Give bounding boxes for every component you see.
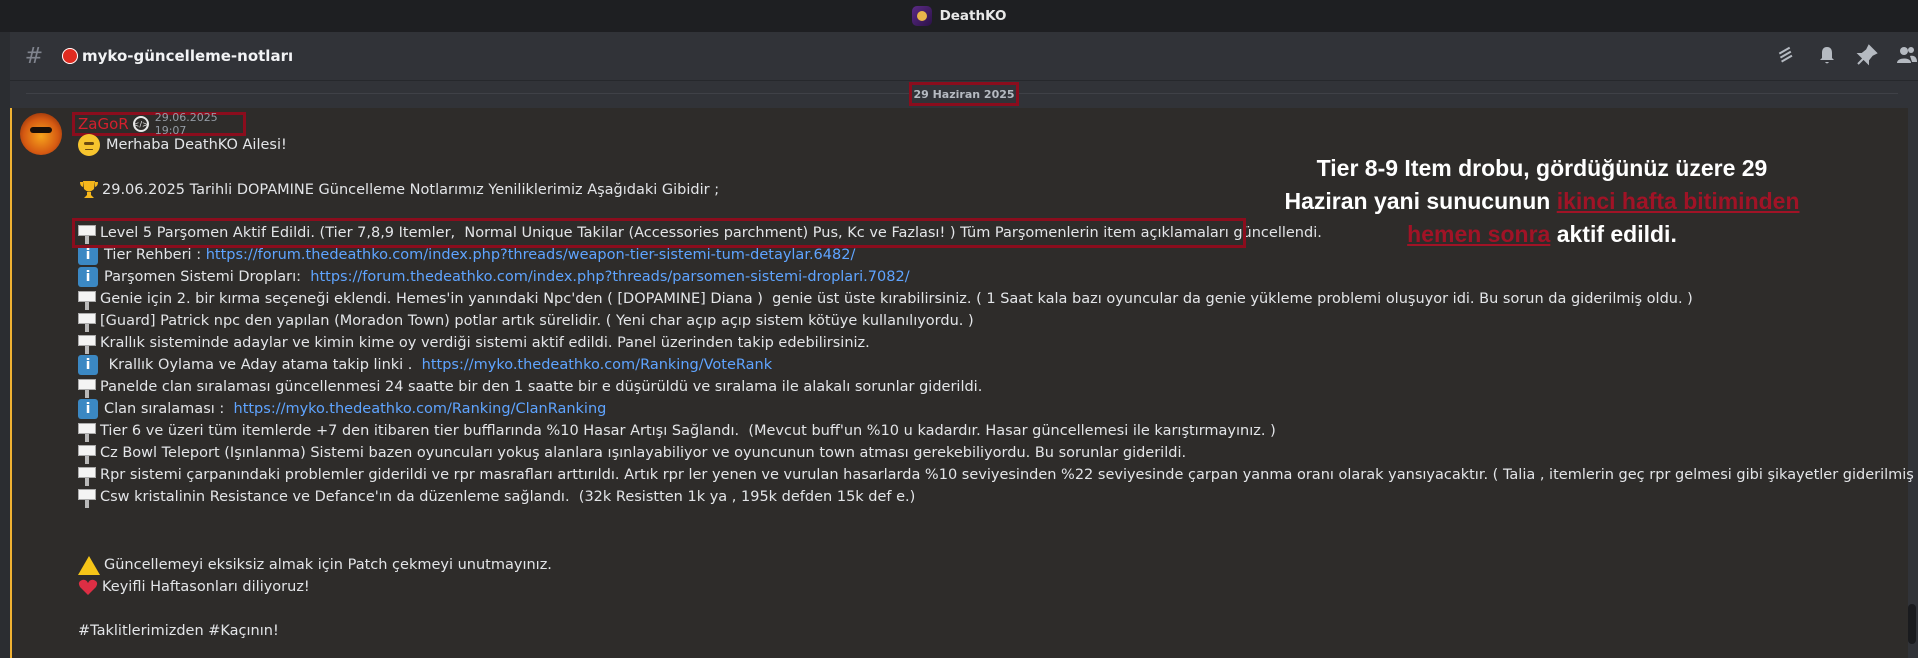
notice-sign-icon — [78, 222, 96, 244]
greeting-line: Merhaba DeathKO Ailesi! — [78, 134, 287, 156]
list-item-text: Krallık sisteminde adaylar ve kimin kime… — [100, 335, 870, 351]
server-sidebar-edge — [0, 32, 10, 658]
notice-sign-icon — [78, 376, 96, 398]
notice-sign-icon — [78, 420, 96, 442]
list-item: Level 5 Parşomen Aktif Edildi. (Tier 7,8… — [78, 222, 1322, 244]
notice-sign-icon — [78, 332, 96, 354]
farewell-text: Keyifli Haftasonları diliyoruz! — [102, 579, 310, 595]
list-item-text: Level 5 Parşomen Aktif Edildi. (Tier 7,8… — [100, 225, 1322, 241]
list-item-link[interactable]: https://myko.thedeathko.com/Ranking/Clan… — [234, 401, 607, 417]
scrollbar-thumb[interactable] — [1908, 604, 1916, 644]
code-badge-icon: </> — [133, 116, 149, 132]
farewell-line: Keyifli Haftasonları diliyoruz! — [78, 576, 310, 598]
list-item: Rpr sistemi çarpanındaki problemler gide… — [78, 464, 1918, 486]
list-item: i Krallık Oylama ve Aday atama takip lin… — [78, 354, 772, 376]
info-icon: i — [78, 399, 98, 419]
list-item: i Clan sıralaması : https://myko.thedeath… — [78, 398, 606, 420]
annotation-line-3: hemen sonra aktif edildi. — [1262, 218, 1822, 251]
bell-icon[interactable] — [1816, 44, 1838, 66]
greeting-text: Merhaba DeathKO Ailesi! — [106, 137, 287, 153]
pin-icon[interactable] — [1856, 44, 1878, 66]
date-divider-label: 29 Haziran 2025 — [909, 82, 1019, 106]
intro-line: 29.06.2025 Tarihli DOPAMINE Güncelleme N… — [78, 179, 719, 201]
date-divider: 29 Haziran 2025 — [10, 82, 1918, 106]
trophy-icon — [80, 181, 98, 198]
annotation-overlay: Tier 8-9 Item drobu, gördüğünüz üzere 29… — [1262, 152, 1822, 251]
members-icon[interactable] — [1896, 44, 1918, 66]
channel-name: myko-güncelleme-notları — [82, 47, 294, 65]
list-item-text: Krallık Oylama ve Aday atama takip linki… — [104, 357, 422, 373]
list-item-text: Genie için 2. bir kırma seçeneği eklendi… — [100, 291, 1693, 307]
warning-icon — [78, 555, 100, 575]
list-item-text: Tier Rehberi : — [104, 247, 206, 263]
header-toolbar — [1776, 44, 1918, 66]
window-title: DeathKO — [939, 8, 1007, 24]
list-item: i Parşomen Sistemi Dropları: https://foru… — [78, 266, 910, 288]
info-icon: i — [78, 355, 98, 375]
list-item-link[interactable]: https://forum.thedeathko.com/index.php?t… — [310, 269, 909, 285]
hash-icon: # — [24, 43, 44, 69]
info-icon: i — [78, 267, 98, 287]
warning-text: Güncellemeyi eksiksiz almak için Patch ç… — [104, 557, 552, 573]
hashtags-line: #Taklitlerimizden #Kaçının! — [78, 620, 279, 642]
threads-icon[interactable] — [1776, 44, 1798, 66]
list-item-link[interactable]: https://myko.thedeathko.com/Ranking/Vote… — [422, 357, 772, 373]
list-item-text: [Guard] Patrick npc den yapılan (Moradon… — [100, 313, 974, 329]
info-icon: i — [78, 245, 98, 265]
list-item: [Guard] Patrick npc den yapılan (Moradon… — [78, 310, 974, 332]
smile-emoji-icon — [78, 134, 100, 156]
notice-sign-icon — [78, 486, 96, 508]
list-item-text: Clan sıralaması : — [104, 401, 234, 417]
annotation-line-2-emphasis: ikinci hafta bitiminden — [1556, 188, 1800, 214]
annotation-line-3-emphasis: hemen sonra — [1407, 221, 1551, 247]
message-header: ZaGoR </> 29.06.2025 19:07 — [72, 111, 246, 137]
annotation-line-3-b: aktif edildi. — [1550, 221, 1677, 247]
annotation-line-1: Tier 8-9 Item drobu, gördüğünüz üzere 29 — [1316, 155, 1768, 181]
list-item: Panelde clan sıralaması güncellenmesi 24… — [78, 376, 982, 398]
list-item: Krallık sisteminde adaylar ve kimin kime… — [78, 332, 870, 354]
list-item: i Tier Rehberi : https://forum.thedeathko… — [78, 244, 855, 266]
list-item-text: Parşomen Sistemi Dropları: — [104, 269, 311, 285]
list-item-text: Cz Bowl Teleport (Işınlanma) Sistemi baz… — [100, 445, 1187, 461]
deathko-logo-icon — [911, 6, 932, 26]
warning-line: Güncellemeyi eksiksiz almak için Patch ç… — [78, 554, 552, 576]
notice-sign-icon — [78, 288, 96, 310]
list-item-text: Panelde clan sıralaması güncellenmesi 24… — [100, 379, 983, 395]
list-item-text: Rpr sistemi çarpanındaki problemler gide… — [100, 467, 1918, 483]
window-titlebar: DeathKO — [0, 0, 1918, 32]
red-circle-icon — [62, 48, 78, 64]
annotation-line-2-a: Haziran yani sunucunun — [1284, 188, 1557, 214]
notice-sign-icon — [78, 464, 96, 486]
author-name[interactable]: ZaGoR — [78, 115, 129, 133]
annotation-line-2: Haziran yani sunucunun ikinci hafta biti… — [1262, 185, 1822, 218]
list-item-link[interactable]: https://forum.thedeathko.com/index.php?t… — [206, 247, 856, 263]
list-item: Tier 6 ve üzeri tüm itemlerde +7 den iti… — [78, 420, 1276, 442]
list-item: Cz Bowl Teleport (Işınlanma) Sistemi baz… — [78, 442, 1186, 464]
notice-sign-icon — [78, 442, 96, 464]
list-item: Csw kristalinin Resistance ve Defance'ın… — [78, 486, 915, 508]
list-item: Genie için 2. bir kırma seçeneği eklendi… — [78, 288, 1693, 310]
hashtags-text: #Taklitlerimizden #Kaçının! — [78, 623, 279, 639]
heart-icon — [78, 579, 98, 595]
list-item-text: Csw kristalinin Resistance ve Defance'ın… — [100, 489, 916, 505]
list-item-text: Tier 6 ve üzeri tüm itemlerde +7 den iti… — [100, 423, 1276, 439]
notice-sign-icon — [78, 310, 96, 332]
channel-header: # myko-güncelleme-notları — [10, 32, 1918, 81]
avatar[interactable] — [20, 113, 62, 155]
intro-text: 29.06.2025 Tarihli DOPAMINE Güncelleme N… — [102, 182, 720, 198]
